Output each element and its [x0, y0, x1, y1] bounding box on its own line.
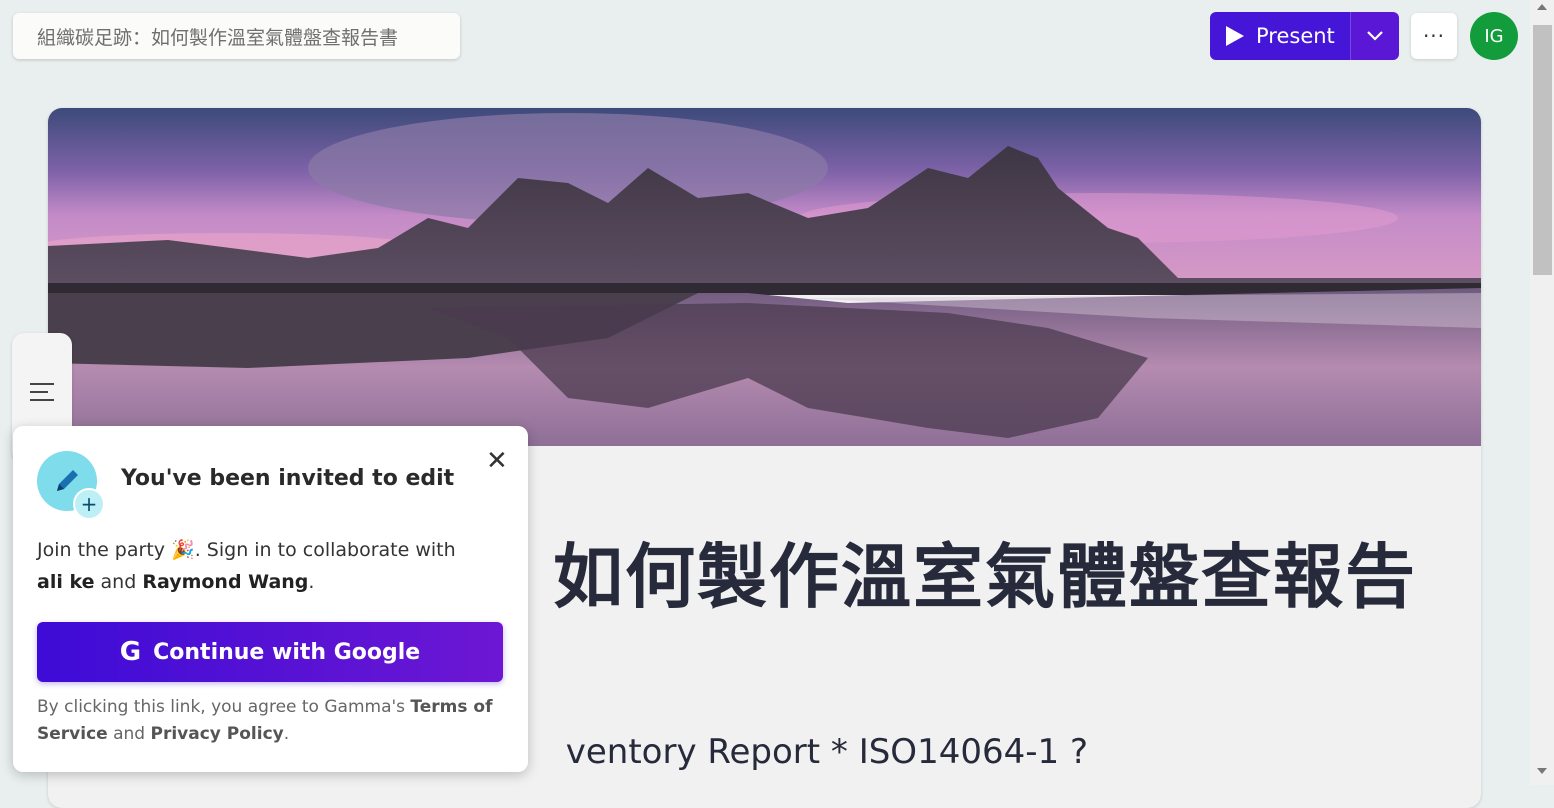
collaborator-name: ali ke	[37, 571, 95, 593]
slide-title[interactable]: 如何製作溫室氣體盤查報告	[553, 521, 1417, 622]
menu-icon	[30, 383, 54, 407]
and-text: and	[100, 571, 137, 593]
privacy-link[interactable]: Privacy Policy	[150, 724, 283, 744]
popup-body-text: Join the party 🎉. Sign in to collaborate…	[37, 534, 507, 598]
doc-title-field[interactable]: 組織碳足跡：如何製作溫室氣體盤查報告書	[13, 13, 460, 59]
body-prefix: Join the party 🎉. Sign in to collaborate…	[37, 539, 456, 561]
legal-suffix: .	[283, 724, 290, 744]
invite-popup: + You've been invited to edit ✕ Join the…	[13, 426, 528, 772]
continue-with-google-button[interactable]: G Continue with Google	[37, 622, 503, 682]
scroll-up-arrow-icon[interactable]	[1537, 4, 1547, 10]
hero-mountain-image	[48, 108, 1481, 446]
google-button-label: Continue with Google	[153, 639, 421, 665]
scroll-down-arrow-icon[interactable]	[1537, 768, 1547, 774]
legal-text: By clicking this link, you agree to Gamm…	[37, 694, 507, 748]
present-label: Present	[1256, 24, 1335, 48]
user-avatar[interactable]: IG	[1470, 12, 1518, 60]
more-dots-icon: ···	[1422, 24, 1446, 48]
play-icon	[1226, 26, 1244, 46]
scrollbar-thumb[interactable]	[1533, 25, 1552, 275]
google-icon: G	[119, 637, 142, 667]
chevron-down-icon	[1367, 31, 1383, 41]
body-period: .	[308, 571, 315, 593]
plus-icon: +	[73, 488, 105, 520]
close-icon[interactable]: ✕	[486, 446, 508, 476]
legal-and: and	[113, 724, 146, 744]
popup-heading: You've been invited to edit	[121, 466, 455, 491]
more-options-button[interactable]: ···	[1411, 13, 1457, 59]
present-button-group: Present	[1210, 12, 1399, 60]
scrollbar[interactable]	[1530, 0, 1554, 785]
collaborator-name: Raymond Wang	[142, 571, 309, 593]
present-dropdown-button[interactable]	[1350, 12, 1399, 60]
legal-prefix: By clicking this link, you agree to Gamm…	[37, 697, 406, 717]
present-button[interactable]: Present	[1210, 12, 1350, 60]
